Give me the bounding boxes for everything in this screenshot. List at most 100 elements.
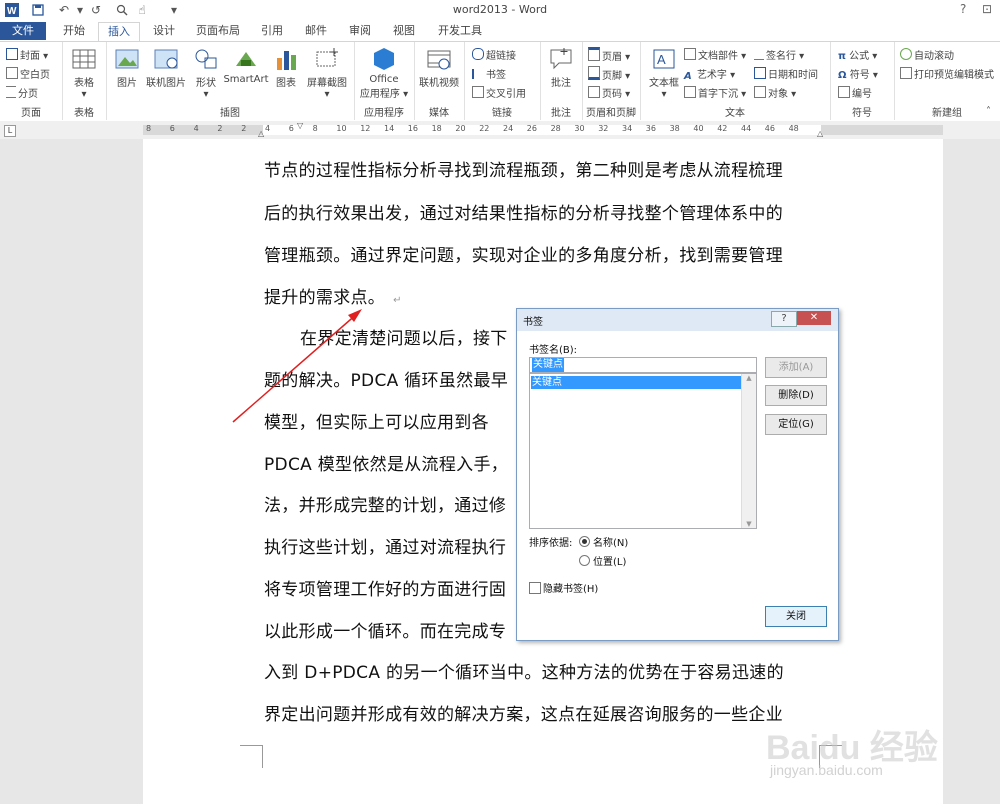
cover-page-button[interactable]: 封面 ▾ xyxy=(6,47,48,62)
right-indent-marker[interactable]: △ xyxy=(817,129,823,138)
window-title: word2013 - Word xyxy=(452,3,548,16)
dialog-help-button[interactable]: ? xyxy=(771,311,797,327)
auto-scroll-button[interactable]: 自动滚动 xyxy=(900,47,954,62)
tab-file[interactable]: 文件 xyxy=(0,22,46,40)
doc-line: 节点的过程性指标分析寻找到流程瓶颈，第二种则是考虑从流程梳理 xyxy=(264,161,783,181)
drop-cap-button[interactable]: 首字下沉 ▾ xyxy=(684,85,746,100)
object-button[interactable]: 对象 ▾ xyxy=(754,85,796,100)
doc-line: PDCA 模型依然是从流程入手， xyxy=(264,455,509,475)
collapse-ribbon-icon[interactable]: ˄ xyxy=(986,106,991,117)
picture-button[interactable]: 图片 xyxy=(112,46,142,89)
bookmark-icon xyxy=(472,69,484,79)
goto-bookmark-button[interactable]: 定位(G) xyxy=(765,414,827,435)
ruler-tick-label: 2 xyxy=(217,124,223,133)
hyperlink-button[interactable]: 超链接 xyxy=(472,47,516,62)
bookmark-button[interactable]: 书签 xyxy=(472,66,506,81)
tab-page-layout[interactable]: 页面布局 xyxy=(190,22,246,40)
dialog-close-x-button[interactable]: ✕ xyxy=(797,311,831,325)
hanging-indent-marker[interactable]: △ xyxy=(258,129,264,138)
close-dialog-button[interactable]: 关闭 xyxy=(765,606,827,627)
page-number-button[interactable]: 页码 ▾ xyxy=(588,85,630,100)
shapes-icon xyxy=(195,49,217,69)
bookmark-list-scrollbar[interactable]: ▲ ▼ xyxy=(741,374,756,528)
smartart-icon xyxy=(236,52,256,66)
screenshot-button[interactable]: 屏幕截图 ▾ xyxy=(304,46,350,100)
ruler-tick-label: 4 xyxy=(193,124,199,133)
restore-ribbon-icon[interactable]: ⊡ xyxy=(982,2,992,16)
hidden-bookmarks-checkbox[interactable] xyxy=(529,582,541,594)
page-break-icon xyxy=(6,86,16,98)
equation-button[interactable]: π 公式 ▾ xyxy=(838,47,877,62)
comment-button[interactable]: 批注 xyxy=(546,46,576,89)
group-apps: Office 应用程序 ▾ 应用程序 xyxy=(354,42,415,120)
bookmark-name-value: 关键点 xyxy=(532,358,564,372)
quick-parts-button[interactable]: 文档部件 ▾ xyxy=(684,47,746,62)
page-break-button[interactable]: 分页 xyxy=(6,85,38,100)
number-button[interactable]: 编号 xyxy=(838,85,872,100)
scroll-down-icon[interactable]: ▼ xyxy=(742,520,756,528)
online-picture-button[interactable]: 联机图片 xyxy=(144,46,188,89)
tab-review[interactable]: 审阅 xyxy=(342,22,378,40)
group-label-symbols: 符号 xyxy=(852,108,872,119)
margin-corner-mark xyxy=(240,745,263,768)
bookmark-list[interactable]: 关键点 ▲ ▼ xyxy=(529,373,757,529)
tab-references[interactable]: 引用 xyxy=(254,22,290,40)
first-line-indent-marker[interactable]: ▽ xyxy=(297,121,303,130)
tab-view[interactable]: 视图 xyxy=(386,22,422,40)
ruler-tick-label: 48 xyxy=(788,124,799,133)
doc-line: 以此形成一个循环。而在完成专 xyxy=(264,622,507,642)
shapes-button[interactable]: 形状 ▾ xyxy=(192,46,220,100)
ruler-tick-label: 12 xyxy=(360,124,371,133)
tab-design[interactable]: 设计 xyxy=(146,22,182,40)
tab-selector-icon[interactable]: L xyxy=(4,125,16,137)
bookmark-list-item[interactable]: 关键点 xyxy=(531,376,742,389)
tab-mailings[interactable]: 邮件 xyxy=(298,22,334,40)
smartart-button[interactable]: SmartArt xyxy=(222,46,270,85)
ruler-tick-label: 8 xyxy=(312,124,318,133)
tab-home[interactable]: 开始 xyxy=(56,22,92,40)
ruler-tick-label: 4 xyxy=(265,124,271,133)
cross-reference-button[interactable]: 交叉引用 xyxy=(472,85,526,100)
add-bookmark-button[interactable]: 添加(A) xyxy=(765,357,827,378)
group-links: 超链接 书签 交叉引用 链接 xyxy=(464,42,541,120)
doc-line: 入到 D+PDCA 的另一个循环当中。这种方法的优势在于容易迅速的 xyxy=(264,663,784,683)
ruler-tick-label: 24 xyxy=(503,124,514,133)
online-video-button[interactable]: 联机视频 xyxy=(416,46,462,89)
table-button[interactable]: 表格 ▾ xyxy=(70,46,98,100)
ruler-tick-label: 32 xyxy=(598,124,609,133)
svg-text:A: A xyxy=(657,52,666,67)
textbox-button[interactable]: A 文本框 ▾ xyxy=(644,46,684,100)
wordart-button[interactable]: A 艺术字 ▾ xyxy=(684,66,735,82)
online-video-icon xyxy=(427,50,451,70)
group-label-apps: 应用程序 xyxy=(364,108,404,119)
footer-button[interactable]: 页脚 ▾ xyxy=(588,66,630,82)
blank-page-button[interactable]: 空白页 xyxy=(6,66,50,81)
header-button[interactable]: 页眉 ▾ xyxy=(588,47,630,63)
group-text: A 文本框 ▾ 文档部件 ▾ A 艺术字 ▾ 首字下沉 ▾ 签名行 ▾ 日期和时间… xyxy=(640,42,831,120)
signature-line-button[interactable]: 签名行 ▾ xyxy=(754,47,804,62)
office-apps-button[interactable]: Office 应用程序 ▾ xyxy=(358,46,410,100)
sort-by-location-radio[interactable] xyxy=(579,555,590,566)
delete-bookmark-button[interactable]: 删除(D) xyxy=(765,385,827,406)
calendar-icon xyxy=(754,67,766,79)
help-button[interactable]: ? xyxy=(960,2,966,16)
bookmark-name-input[interactable]: 关键点 xyxy=(529,357,757,373)
print-preview-edit-button[interactable]: 打印预览编辑模式 xyxy=(900,66,994,81)
ruler-tick-label: 28 xyxy=(550,124,561,133)
date-time-button[interactable]: 日期和时间 xyxy=(754,66,818,81)
tab-developer[interactable]: 开发工具 xyxy=(430,22,490,40)
tab-insert[interactable]: 插入 xyxy=(98,22,140,43)
object-icon xyxy=(754,86,766,98)
sort-by-name-radio[interactable] xyxy=(579,536,590,547)
group-label-illustrations: 插图 xyxy=(220,108,240,119)
sort-by-name-label: 名称(N) xyxy=(593,538,629,549)
ruler-tick-label: 26 xyxy=(526,124,537,133)
group-label-comments: 批注 xyxy=(551,108,571,119)
scroll-up-icon[interactable]: ▲ xyxy=(742,374,756,382)
header-icon xyxy=(588,47,600,61)
ruler-tick-label: 20 xyxy=(455,124,466,133)
chart-button[interactable]: 图表 xyxy=(272,46,300,89)
ruler-tick-label: 40 xyxy=(693,124,704,133)
hidden-bookmarks-label: 隐藏书签(H) xyxy=(543,584,599,595)
symbol-button[interactable]: Ω 符号 ▾ xyxy=(838,66,878,81)
